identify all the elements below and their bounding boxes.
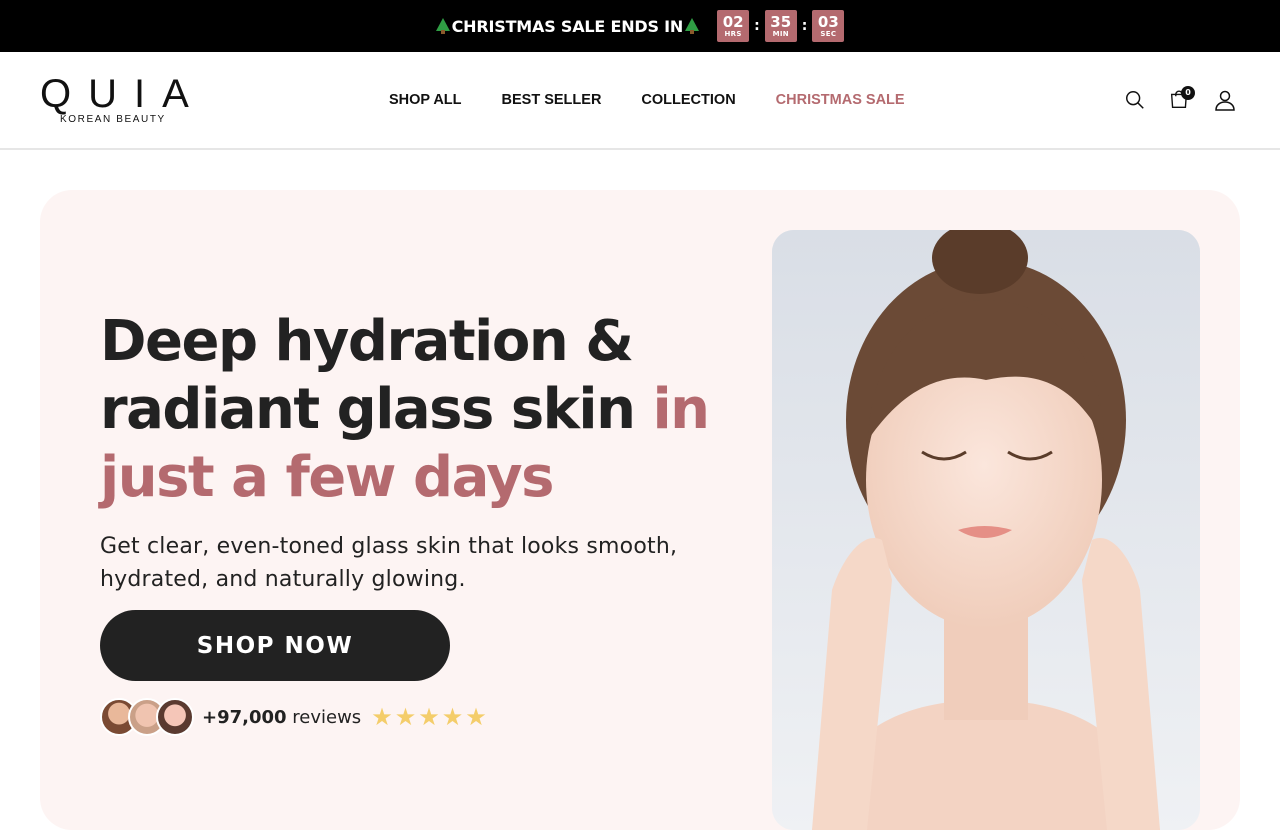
star-icon: ★ — [418, 703, 440, 731]
search-icon — [1126, 91, 1144, 109]
reviews-summary: +97,000 reviews ★ ★ ★ ★ ★ — [100, 698, 487, 736]
hero-title-main: Deep hydration & radiant glass skin — [100, 309, 653, 442]
christmas-tree-icon — [435, 18, 450, 34]
cart-count-badge: 0 — [1181, 86, 1195, 100]
hero-title: Deep hydration & radiant glass skin in j… — [100, 308, 740, 512]
nav-collection[interactable]: COLLECTION — [641, 92, 735, 108]
nav-best-seller[interactable]: BEST SELLER — [502, 92, 602, 108]
main-nav: SHOP ALL BEST SELLER COLLECTION CHRISTMA… — [389, 92, 905, 108]
hero-image — [772, 230, 1200, 830]
countdown-timer: 02 HRS : 35 MIN : 03 SEC — [717, 10, 845, 42]
hero-section: Deep hydration & radiant glass skin in j… — [40, 190, 1240, 830]
review-text: +97,000 reviews — [202, 707, 361, 728]
announcement-bar: CHRISTMAS SALE ENDS IN 02 HRS : 35 MIN :… — [0, 0, 1280, 52]
account-button[interactable] — [1213, 88, 1237, 112]
hero-subtitle: Get clear, even-toned glass skin that lo… — [100, 534, 678, 592]
star-icon: ★ — [465, 703, 487, 731]
shop-now-button[interactable]: SHOP NOW — [100, 610, 450, 681]
announcement-message: CHRISTMAS SALE ENDS IN — [435, 16, 700, 36]
announcement-text: CHRISTMAS SALE ENDS IN — [451, 16, 684, 36]
countdown-separator: : — [801, 18, 808, 34]
model-photo — [772, 230, 1200, 830]
countdown-hours: 02 HRS — [717, 10, 750, 42]
star-icon: ★ — [441, 703, 464, 731]
christmas-tree-icon — [685, 18, 700, 34]
logo-wordmark: QUIA — [40, 72, 206, 116]
nav-shop-all[interactable]: SHOP ALL — [389, 92, 462, 108]
countdown-minutes: 35 MIN — [764, 10, 797, 42]
logo-tagline: KOREAN BEAUTY — [60, 114, 166, 125]
star-icon: ★ — [394, 703, 417, 731]
account-icon — [1215, 90, 1235, 111]
search-button[interactable] — [1124, 89, 1148, 113]
cart-button[interactable]: 0 — [1168, 86, 1195, 114]
countdown-seconds: 03 SEC — [812, 10, 845, 42]
countdown-separator: : — [754, 18, 760, 34]
review-count: +97,000 — [202, 706, 287, 728]
rating-stars: ★ ★ ★ ★ ★ — [371, 705, 487, 729]
customer-avatars — [100, 698, 194, 736]
star-icon: ★ — [371, 703, 393, 731]
nav-christmas-sale[interactable]: CHRISTMAS SALE — [776, 92, 905, 108]
avatar — [156, 698, 194, 736]
site-logo[interactable]: QUIA KOREAN BEAUTY — [40, 72, 206, 125]
review-word: reviews — [292, 706, 362, 728]
site-header: QUIA KOREAN BEAUTY SHOP ALL BEST SELLER … — [0, 52, 1280, 150]
